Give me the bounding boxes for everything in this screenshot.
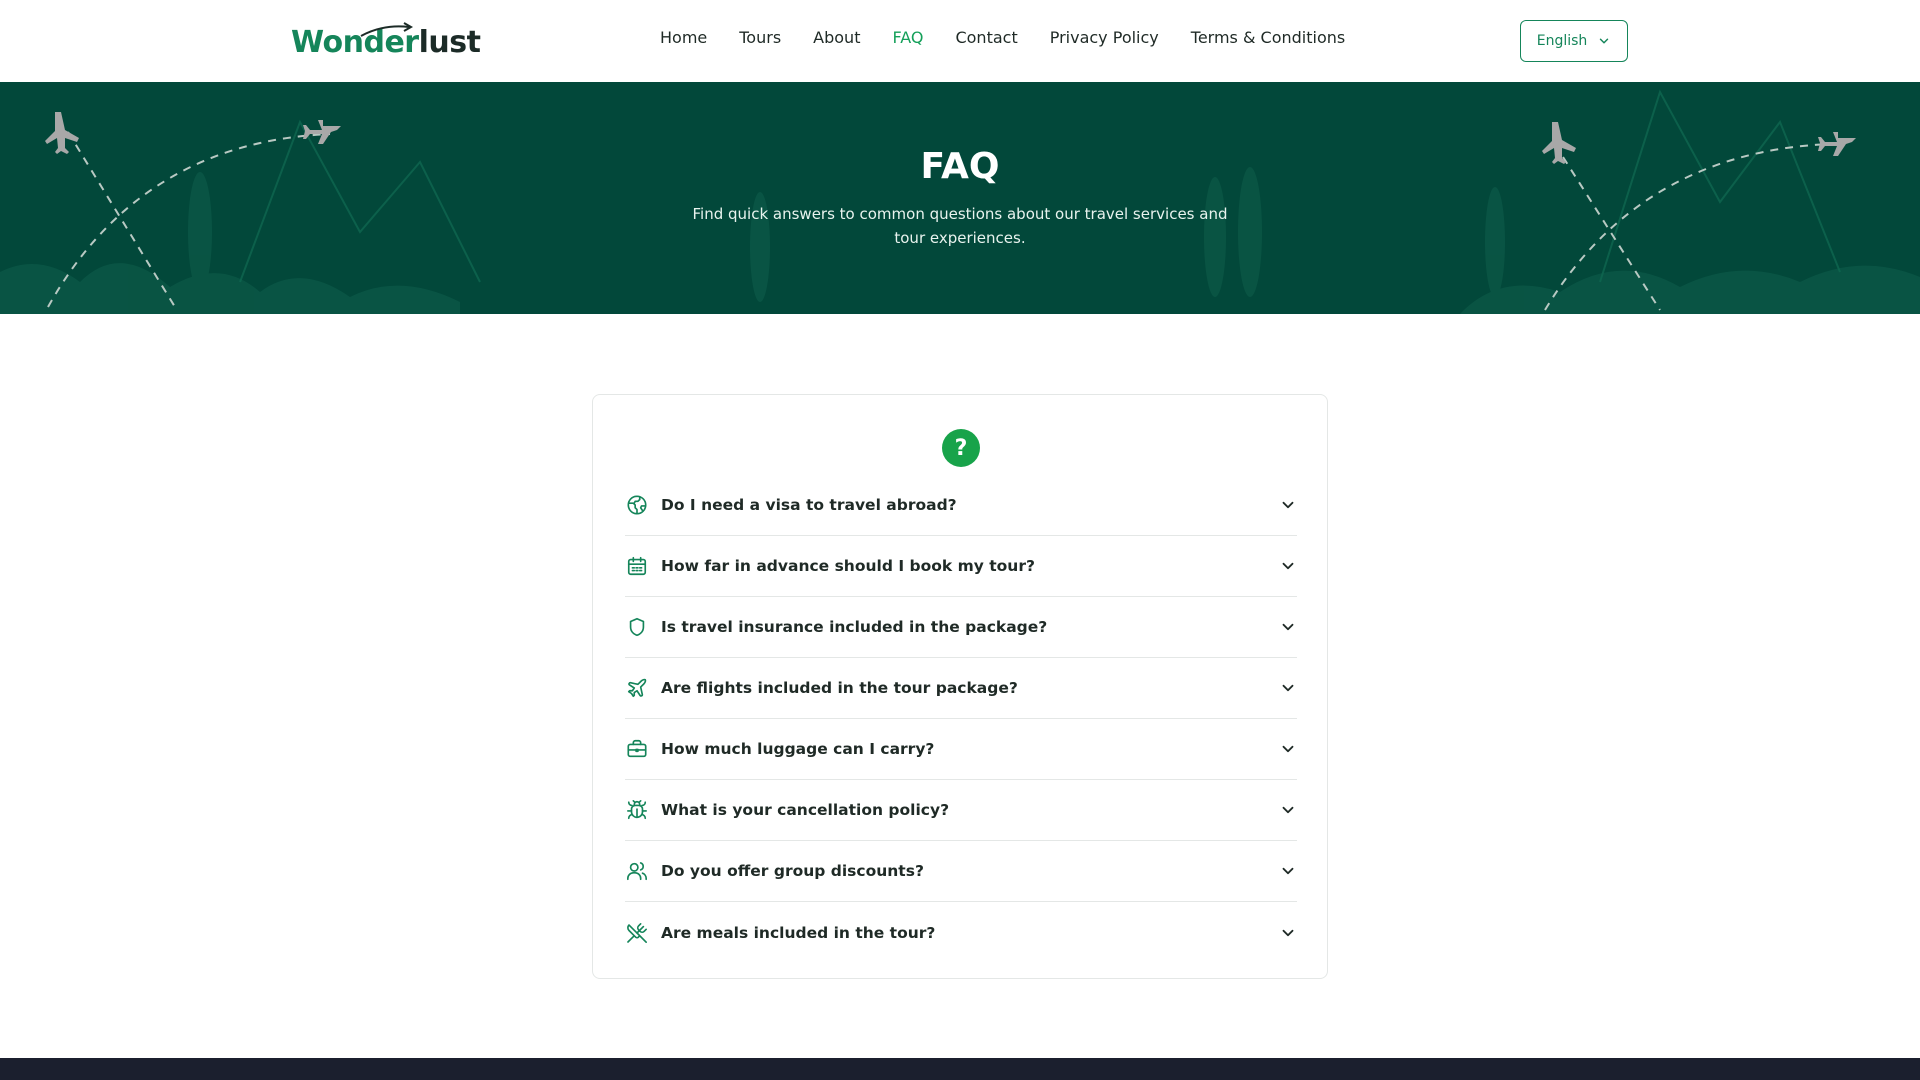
- hero-decoration: [0, 89, 1920, 314]
- chevron-down-icon: [1282, 867, 1294, 875]
- faq-list: Do I need a visa to travel abroad? How f…: [625, 475, 1297, 963]
- calendar-icon: [625, 554, 649, 578]
- faq-question: Do I need a visa to travel abroad?: [661, 496, 957, 514]
- nav-about[interactable]: About: [813, 28, 860, 47]
- logo[interactable]: Wonder lust: [291, 22, 481, 60]
- chevron-down-icon: [1282, 806, 1294, 814]
- faq-item-meals[interactable]: Are meals included in the tour?: [625, 902, 1297, 963]
- nav-faq[interactable]: FAQ: [892, 28, 923, 47]
- logo-arrow-icon: [360, 22, 414, 37]
- faq-item-visa[interactable]: Do I need a visa to travel abroad?: [625, 475, 1297, 536]
- chevron-down-icon: [1282, 745, 1294, 753]
- faq-item-booking[interactable]: How far in advance should I book my tour…: [625, 536, 1297, 597]
- chevron-down-icon: [1282, 623, 1294, 631]
- faq-card: ? Do I need a visa to travel abroad? How…: [592, 394, 1328, 979]
- chevron-down-icon: [1282, 929, 1294, 936]
- shield-icon: [625, 615, 649, 639]
- users-icon: [625, 859, 649, 883]
- site-footer: [0, 1058, 1920, 1080]
- faq-question: How far in advance should I book my tour…: [661, 557, 1035, 575]
- plane-icon: [625, 676, 649, 700]
- chevron-down-icon: [1282, 684, 1294, 692]
- briefcase-icon: [625, 737, 649, 761]
- main-nav: Home Tours About FAQ Contact Privacy Pol…: [660, 28, 1377, 47]
- nav-terms-conditions[interactable]: Terms & Conditions: [1191, 28, 1345, 47]
- faq-item-luggage[interactable]: How much luggage can I carry?: [625, 719, 1297, 780]
- language-label: English: [1536, 33, 1588, 49]
- nav-home[interactable]: Home: [660, 28, 707, 47]
- faq-question: Are flights included in the tour package…: [661, 679, 1018, 697]
- nav-privacy-policy[interactable]: Privacy Policy: [1050, 28, 1159, 47]
- globe-icon: [625, 493, 649, 517]
- chevron-down-icon: [1600, 38, 1609, 44]
- faq-question: What is your cancellation policy?: [661, 801, 950, 819]
- chevron-down-icon: [1282, 501, 1294, 509]
- faq-item-insurance[interactable]: Is travel insurance included in the pack…: [625, 597, 1297, 658]
- faq-question: Do you offer group discounts?: [661, 862, 924, 880]
- utensils-crossed-icon: [625, 921, 649, 945]
- question-circle-icon: ?: [942, 429, 980, 467]
- nav-contact[interactable]: Contact: [955, 28, 1017, 47]
- faq-question: Is travel insurance included in the pack…: [661, 618, 1048, 636]
- nav-tours[interactable]: Tours: [739, 28, 781, 47]
- faq-item-cancellation[interactable]: What is your cancellation policy?: [625, 780, 1297, 841]
- faq-question: How much luggage can I carry?: [661, 740, 935, 758]
- hero-banner: FAQ Find quick answers to common questio…: [0, 82, 1920, 314]
- page-subtitle: Find quick answers to common questions a…: [692, 205, 1228, 247]
- faq-item-flights[interactable]: Are flights included in the tour package…: [625, 658, 1297, 719]
- site-header: Wonder lust Home Tours About FAQ Contact …: [0, 0, 1920, 82]
- language-select[interactable]: English: [1520, 20, 1628, 62]
- chevron-down-icon: [1282, 562, 1294, 570]
- page-title: FAQ: [920, 146, 1000, 187]
- faq-question: Are meals included in the tour?: [661, 923, 936, 942]
- bug-icon: [625, 798, 649, 822]
- faq-item-group-discounts[interactable]: Do you offer group discounts?: [625, 841, 1297, 902]
- logo-text-part2: lust: [418, 25, 481, 60]
